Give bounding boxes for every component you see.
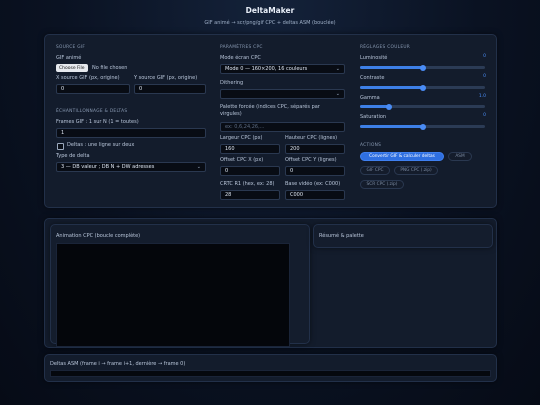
y-source-input[interactable]: 0 — [134, 84, 206, 94]
animation-panel: Animation CPC (boucle complète) — [50, 224, 310, 347]
luminosity-slider[interactable] — [360, 64, 485, 71]
chevron-down-icon: ⌄ — [335, 66, 340, 72]
crtc-label: CRTC R1 (hex, ex: 28) — [220, 181, 275, 187]
color-section-title: RÉGLAGES COULEUR — [360, 45, 411, 50]
palette-input[interactable]: ex: 0,6,24,26,... — [220, 122, 345, 132]
file-status: No file chosen — [92, 65, 128, 71]
x-source-label: X source GIF (px, origine) — [56, 75, 120, 81]
deltas-checkbox[interactable] — [57, 143, 64, 150]
frames-input[interactable]: 1 — [56, 128, 206, 138]
gamma-slider[interactable] — [360, 103, 485, 110]
gamma-label: Gamma — [360, 95, 380, 101]
saturation-value: 0 — [483, 113, 486, 118]
deltas-asm-card: Deltas ASM (frame i → frame i+1, dernièr… — [44, 354, 497, 382]
x-source-input[interactable]: 0 — [56, 84, 130, 94]
frames-label: Frames GIF : 1 sur N (1 = toutes) — [56, 119, 139, 125]
saturation-slider[interactable] — [360, 123, 485, 130]
mode-value: Mode 0 — 160×200, 16 couleurs — [225, 66, 308, 72]
convert-button[interactable]: Convertir GIF & calculer deltas — [360, 152, 444, 161]
height-input[interactable]: 200 — [285, 144, 345, 154]
height-label: Hauteur CPC (lignes) — [285, 135, 338, 141]
mode-label: Mode écran CPC — [220, 55, 261, 61]
delta-type-label: Type de delta — [56, 153, 90, 159]
deltas-asm-output — [50, 370, 491, 377]
palette-label: Palette forcée (indices CPC, séparés par… — [220, 104, 320, 117]
mode-select[interactable]: Mode 0 — 160×200, 16 couleurs ⌄ — [220, 64, 345, 74]
saturation-slider-fill — [360, 125, 423, 128]
dither-select[interactable]: ⌄ — [220, 89, 345, 99]
app-subtitle: GIF animé → scr/png/gif CPC + deltas ASM… — [204, 20, 336, 26]
settings-card: SOURCE GIF GIF animé Choose File No file… — [44, 34, 497, 208]
gamma-value: 1.0 — [478, 94, 486, 99]
base-video-label: Base vidéo (ex: C000) — [285, 181, 341, 187]
summary-title: Résumé & palette — [319, 233, 364, 239]
contrast-value: 0 — [483, 74, 486, 79]
gamma-slider-thumb[interactable] — [385, 103, 392, 110]
asm-button[interactable]: ASM — [448, 152, 472, 161]
deltas-checkbox-label: Deltas : une ligne sur deux — [67, 142, 135, 148]
animation-canvas — [56, 243, 290, 347]
scr-cpc-button[interactable]: SCR CPC (.zip) — [360, 180, 404, 189]
params-section-title: PARAMÈTRES CPC — [220, 45, 263, 50]
app-title: DeltaMaker — [245, 6, 295, 15]
chevron-down-icon: ⌄ — [335, 91, 340, 97]
crtc-input[interactable]: 28 — [220, 190, 280, 200]
sampling-section-title: ÉCHANTILLONNAGE & DELTAS — [56, 109, 128, 114]
contrast-label: Contraste — [360, 75, 385, 81]
saturation-slider-thumb[interactable] — [419, 123, 426, 130]
app-header: DeltaMaker GIF animé → scr/png/gif CPC +… — [0, 0, 540, 26]
gif-cpc-button[interactable]: GIF CPC — [360, 166, 390, 175]
luminosity-slider-thumb[interactable] — [419, 64, 426, 71]
dither-label: Dithering — [220, 80, 244, 86]
animation-title: Animation CPC (boucle complète) — [56, 233, 141, 239]
png-cpc-button[interactable]: PNG CPC (.zip) — [394, 166, 438, 175]
luminosity-slider-fill — [360, 66, 423, 69]
offset-y-input[interactable]: 0 — [285, 166, 345, 176]
preview-card: Animation CPC (boucle complète) Résumé &… — [44, 218, 497, 348]
offset-x-label: Offset CPC X (px) — [220, 157, 264, 163]
luminosity-value: 0 — [483, 54, 486, 59]
delta-type-value: 3 — DB valeur ; DB N + DW adresses — [61, 164, 155, 170]
luminosity-label: Luminosité — [360, 55, 388, 61]
y-source-label: Y source GIF (px, origine) — [134, 75, 198, 81]
deltas-asm-title: Deltas ASM (frame i → frame i+1, dernièr… — [50, 361, 186, 367]
base-video-input[interactable]: C000 — [285, 190, 345, 200]
actions-section-title: ACTIONS — [360, 143, 382, 148]
choose-file-button[interactable]: Choose File — [56, 64, 88, 72]
summary-panel: Résumé & palette — [313, 224, 493, 248]
source-section-title: SOURCE GIF — [56, 45, 86, 50]
width-label: Largeur CPC (px) — [220, 135, 263, 141]
contrast-slider-thumb[interactable] — [419, 84, 426, 91]
gif-label: GIF animé — [56, 55, 82, 61]
offset-x-input[interactable]: 0 — [220, 166, 280, 176]
contrast-slider[interactable] — [360, 84, 485, 91]
delta-type-select[interactable]: 3 — DB valeur ; DB N + DW adresses ⌄ — [56, 162, 206, 172]
contrast-slider-fill — [360, 86, 423, 89]
gamma-slider-fill — [360, 105, 389, 108]
offset-y-label: Offset CPC Y (lignes) — [285, 157, 337, 163]
chevron-down-icon: ⌄ — [196, 164, 201, 170]
saturation-label: Saturation — [360, 114, 387, 120]
width-input[interactable]: 160 — [220, 144, 280, 154]
